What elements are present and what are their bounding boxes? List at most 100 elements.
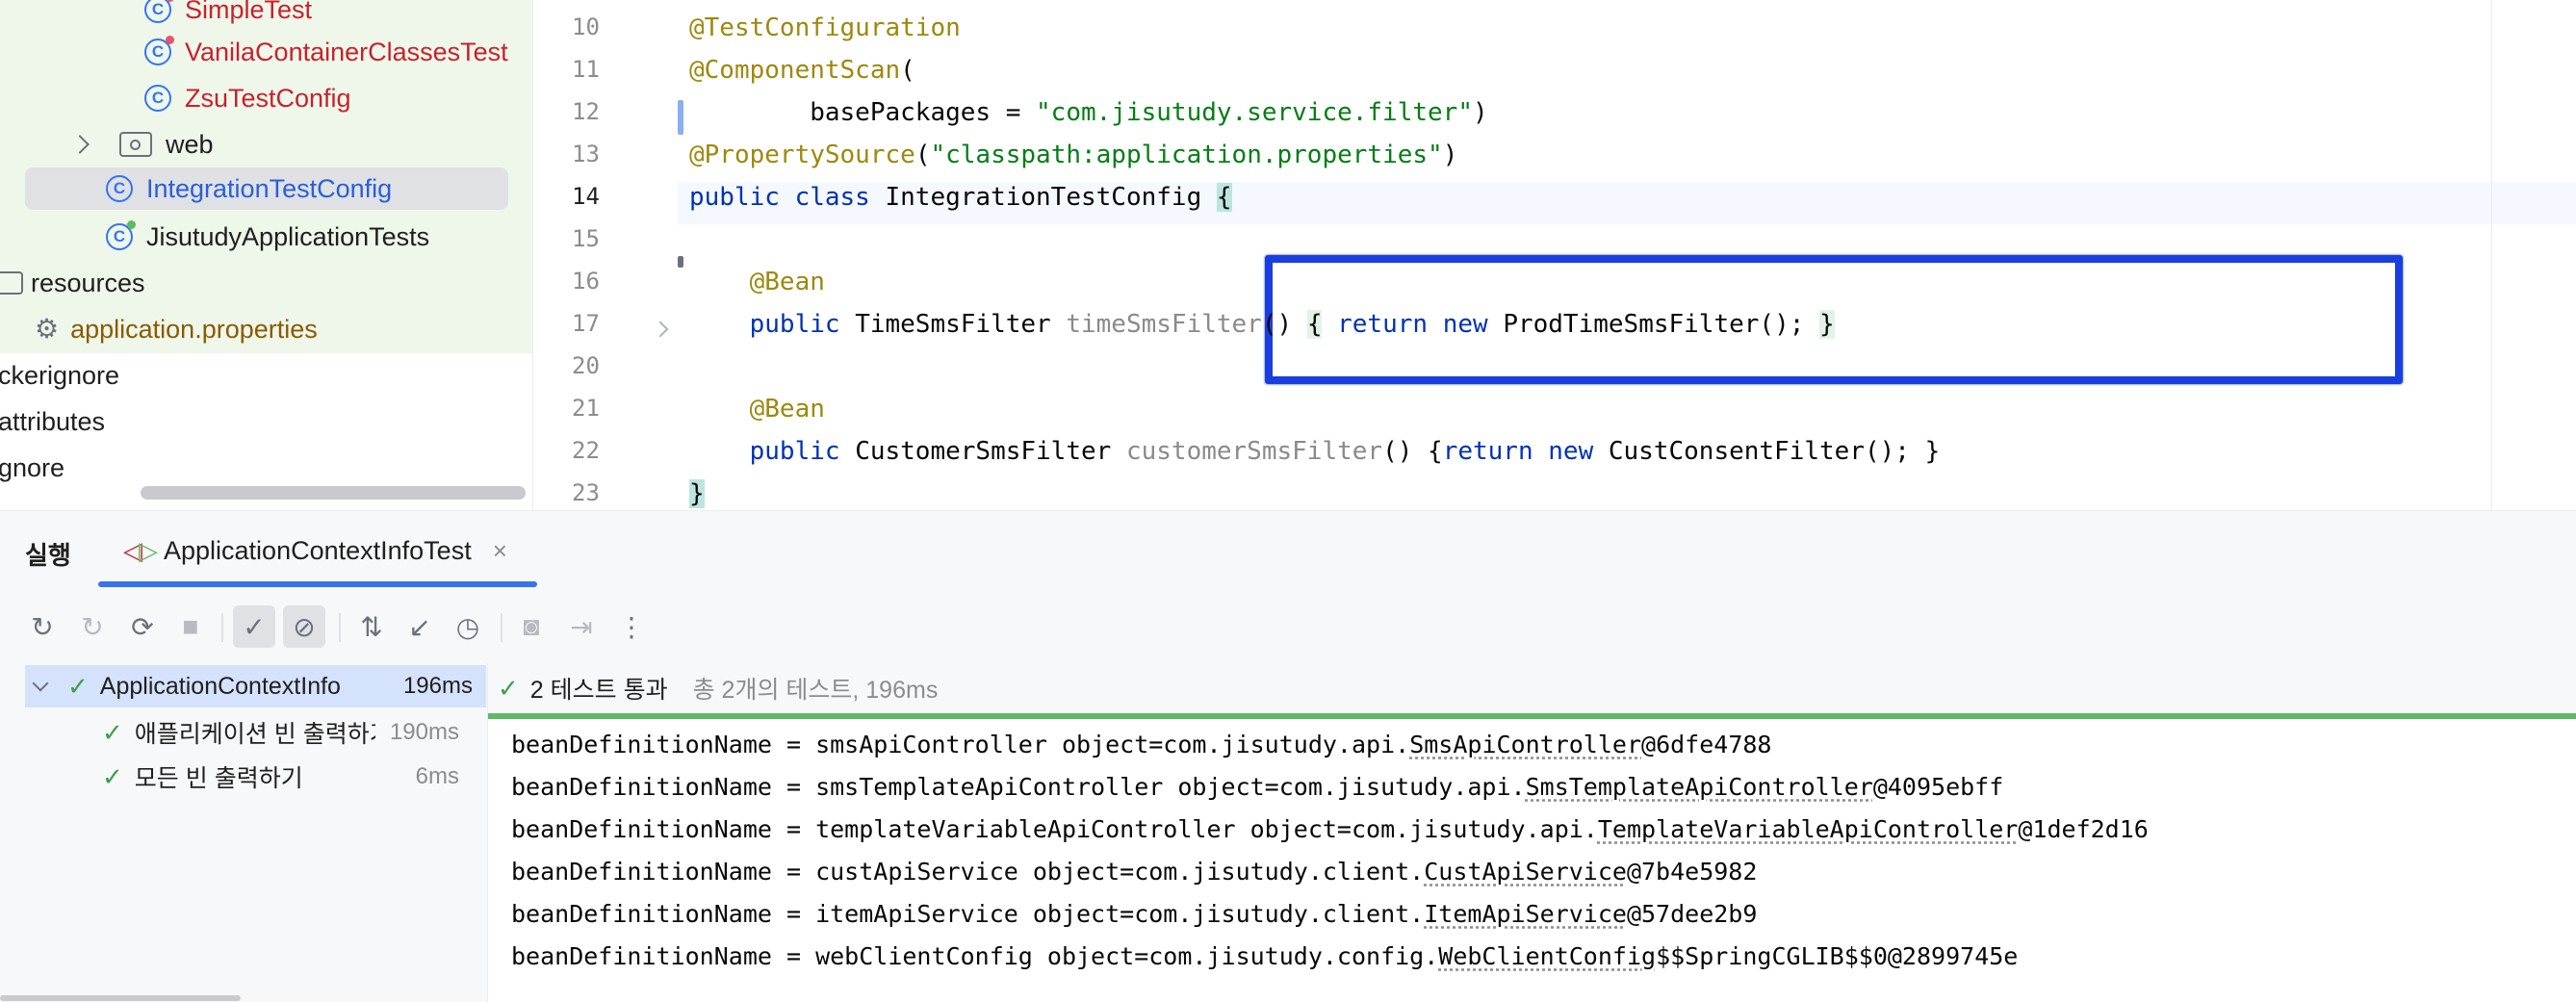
code-line[interactable]: @PropertySource("classpath:application.p… [689,141,1457,169]
code-token: return new [1337,310,1504,339]
tree-item-integration-test-config[interactable]: C IntegrationTestConfig [25,167,508,210]
line-number[interactable]: 22 [572,437,649,464]
tree-item-label: VanilaContainerClassesTest [185,37,508,66]
class-link[interactable]: SmsTemplateApiController [1526,773,1873,801]
console-text: @57dee2b9 [1626,900,1758,928]
test-passed-icon: ✓ [102,761,123,791]
tree-item-dockerignore[interactable]: ckerignore [0,354,119,397]
tree-item-jisutudy-application-tests[interactable]: C JisutudyApplicationTests [106,216,429,258]
code-token: ( [914,141,931,169]
line-number[interactable]: 12 [572,98,649,125]
class-link[interactable]: SmsApiController [1409,731,1641,758]
code-token: ) [1472,98,1488,127]
sort-icon[interactable]: ⇅ [350,605,393,648]
code-token: } [689,479,705,508]
show-passed-icon[interactable]: ✓ [233,605,275,648]
rerun-failed-icon[interactable]: ↻ [71,605,114,648]
tree-item-gitattributes[interactable]: attributes [0,400,105,443]
code-token: basePackages = [689,98,1037,127]
console-text: beanDefinitionName = smsApiController ob… [511,731,1410,758]
code-line[interactable]: @ComponentScan( [689,56,915,85]
class-link[interactable]: TemplateVariableApiController [1598,815,2019,843]
class-icon: C [144,85,171,112]
tree-item-vanila-container-classes-test[interactable]: C VanilaContainerClassesTest [144,31,508,73]
line-number[interactable]: 15 [572,225,649,252]
test-tree-item[interactable]: ✓ 모든 빈 출력하기 6ms [102,756,459,798]
tree-item-gitignore[interactable]: gnore [0,447,64,489]
vcs-change-marker[interactable] [678,100,683,135]
tree-item-zsu-test-config[interactable]: C ZsuTestConfig [144,77,351,119]
horizontal-scrollbar[interactable] [0,995,241,1001]
tab-application-context-info-test[interactable]: ◁▷ ApplicationContextInfoTest × [123,536,507,566]
code-editor[interactable]: 10 11 12 13 14 15 16 17 20 21 22 23 @TestConfigurat… [533,0,2576,510]
collapse-icon[interactable]: ↙ [399,605,441,648]
code-line[interactable]: } [689,479,705,508]
tree-item-label: ckerignore [0,360,120,390]
test-name: ApplicationContextInfo [99,672,341,700]
class-link[interactable]: ItemApiService [1424,900,1627,928]
import-icon[interactable]: ⇥ [560,605,603,648]
code-line[interactable]: @Bean [689,395,825,424]
line-number[interactable]: 14 [572,183,649,210]
class-link[interactable]: WebClientConfig [1438,942,1656,970]
close-icon[interactable]: × [493,536,507,566]
tree-item-simple-test[interactable]: C SimpleTest [144,0,312,31]
code-line[interactable]: public TimeSmsFilter timeSmsFilter() { r… [689,310,1835,339]
chevron-down-icon[interactable] [32,675,49,692]
chevron-right-icon[interactable] [70,135,90,154]
horizontal-scrollbar[interactable] [141,486,526,500]
toggle-auto-test-icon[interactable]: ⟳ [121,605,164,648]
code-token: IntegrationTestConfig [885,183,1217,212]
package-folder-icon [119,132,152,157]
class-icon: C [106,175,133,202]
screenshot-icon[interactable]: ◙ [510,605,553,648]
line-number[interactable]: 20 [572,352,649,379]
history-icon[interactable]: ◷ [447,605,489,648]
line-number[interactable]: 16 [572,268,649,295]
class-link[interactable]: CustApiService [1424,858,1627,886]
test-class-icon: C [106,220,136,250]
line-number[interactable]: 11 [572,56,649,83]
run-header: 실행 ◁▷ ApplicationContextInfoTest × [0,511,2576,588]
show-ignored-icon[interactable]: ⊘ [283,605,325,648]
code-line[interactable]: @Bean [689,268,825,296]
code-line[interactable]: @TestConfiguration [689,13,961,42]
test-results-tree: ✓ ApplicationContextInfo 196ms ✓ 애플리케이션 … [0,663,486,1002]
code-line[interactable]: public CustomerSmsFilter customerSmsFilt… [689,437,1941,466]
console-text: @4095ebff [1872,773,2004,801]
toolbar-separator [501,613,502,642]
line-number[interactable]: 10 [572,13,649,40]
test-duration: 6ms [415,763,459,789]
test-name: 모든 빈 출력하기 [134,765,303,792]
test-name: 애플리케이션 빈 출력하기 [134,721,375,748]
console-line: beanDefinitionName = custApiService obje… [511,858,1757,886]
more-icon[interactable]: ⋮ [610,605,653,648]
code-line[interactable]: basePackages = "com.jisutudy.service.fil… [689,98,1488,127]
console-line: beanDefinitionName = itemApiService obje… [511,900,1757,928]
console-text: beanDefinitionName = smsTemplateApiContr… [511,773,1526,801]
code-token: ProdTimeSmsFilter(); [1503,310,1820,339]
stop-icon[interactable]: ■ [169,605,212,648]
test-passed-icon: ✓ [102,717,123,747]
test-tree-root[interactable]: ✓ ApplicationContextInfo 196ms [25,665,486,707]
fold-marker[interactable] [678,256,683,268]
line-number[interactable]: 17 [572,310,649,337]
test-status-bar: ✓ 2 테스트 통과 총 2개의 테스트, 196ms [488,663,2576,713]
line-number[interactable]: 13 [572,141,649,167]
tree-item-application-properties[interactable]: ⚙ application.properties [35,308,318,350]
line-number[interactable]: 21 [572,395,649,422]
console-output[interactable]: ✓ 2 테스트 통과 총 2개의 테스트, 196ms beanDefiniti… [487,663,2576,1002]
rerun-icon[interactable]: ↻ [21,605,64,648]
right-margin-guide [2491,0,2492,510]
test-tree-item[interactable]: ✓ 애플리케이션 빈 출력하기 190ms [102,711,459,754]
tree-item-web-folder[interactable]: web [70,123,214,166]
code-line[interactable]: public class IntegrationTestConfig { [689,183,1232,212]
code-token: @Bean [689,395,825,424]
console-line: beanDefinitionName = smsTemplateApiContr… [511,773,2003,801]
test-passed-icon: ✓ [67,671,89,701]
tree-item-label: web [166,129,214,159]
test-duration: 196ms [402,673,473,699]
line-number[interactable]: 23 [572,479,649,506]
tree-item-resources-folder[interactable]: resources [0,262,145,304]
